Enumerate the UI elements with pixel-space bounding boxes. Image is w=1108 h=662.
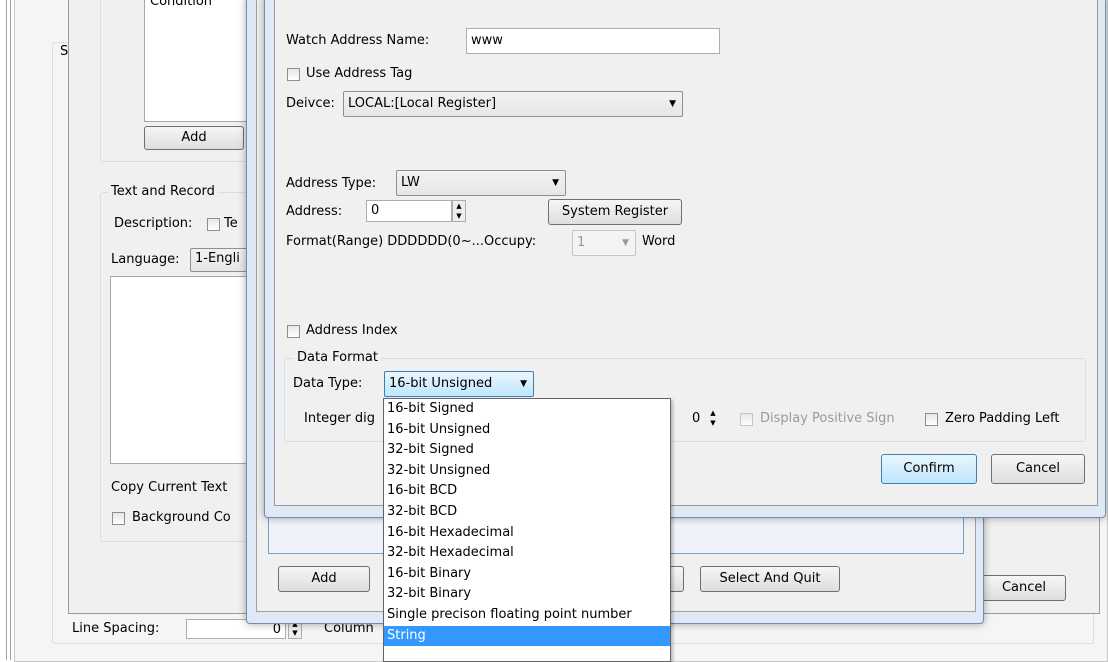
system-register-button[interactable]: System Register bbox=[548, 199, 682, 225]
dropdown-option[interactable]: String bbox=[384, 625, 670, 647]
condition-list[interactable] bbox=[144, 0, 256, 122]
text-record-title: Text and Record bbox=[108, 184, 218, 199]
description-check-text: Te bbox=[224, 216, 238, 231]
watch-name-value: www bbox=[471, 33, 503, 48]
device-select[interactable]: LOCAL:[Local Register] ▼ bbox=[343, 91, 683, 117]
display-positive-label: Display Positive Sign bbox=[760, 411, 895, 426]
use-address-tag-label: Use Address Tag bbox=[306, 66, 413, 81]
dropdown-option[interactable]: 32-bit Hexadecimal bbox=[384, 543, 670, 564]
zero-padding-label: Zero Padding Left bbox=[945, 411, 1060, 426]
dropdown-option[interactable]: 16-bit Hexadecimal bbox=[384, 523, 670, 544]
address-index-checkbox[interactable] bbox=[287, 325, 300, 338]
device-value: LOCAL:[Local Register] bbox=[348, 96, 497, 111]
description-checkbox[interactable] bbox=[207, 218, 220, 231]
dialog-cancel-button[interactable]: Cancel bbox=[991, 454, 1085, 484]
word-label: Word bbox=[642, 234, 676, 249]
condition-add-button[interactable]: Add bbox=[144, 126, 244, 150]
format-range-label: Format(Range) DDDDDD(0~...Occupy: bbox=[286, 234, 537, 249]
address-type-select[interactable]: LW ▼ bbox=[396, 170, 566, 196]
chevron-down-icon: ▼ bbox=[520, 379, 527, 389]
address-label: Address: bbox=[286, 204, 343, 219]
zero-padding-checkbox[interactable] bbox=[925, 413, 938, 426]
dropdown-option[interactable]: Single precison floating point number bbox=[384, 605, 670, 626]
dropdown-option[interactable]: 32-bit Signed bbox=[384, 440, 670, 461]
address-value: 0 bbox=[371, 203, 380, 218]
use-address-tag-checkbox[interactable] bbox=[287, 68, 300, 81]
chevron-down-icon: ▼ bbox=[669, 99, 676, 109]
condition-header: Condition bbox=[150, 0, 213, 9]
dropdown-option[interactable]: 16-bit Unsigned bbox=[384, 420, 670, 441]
decimal-value[interactable]: 0 bbox=[692, 411, 700, 426]
dropdown-option[interactable]: 32-bit Unsigned bbox=[384, 461, 670, 482]
decimal-spinner[interactable]: ▲ ▼ bbox=[706, 408, 720, 430]
watch-name-input[interactable]: www bbox=[466, 28, 720, 54]
address-type-label: Address Type: bbox=[286, 176, 377, 191]
description-label: Description: bbox=[114, 216, 193, 231]
data-type-dropdown[interactable]: 16-bit Signed 16-bit Unsigned 32-bit Signe… bbox=[383, 398, 671, 662]
language-value: 1-Engli bbox=[195, 251, 240, 266]
copy-current-text[interactable]: Copy Current Text bbox=[111, 480, 227, 495]
address-type-value: LW bbox=[401, 175, 420, 190]
data-format-title: Data Format bbox=[294, 350, 381, 365]
address-spinner[interactable]: ▲ ▼ bbox=[452, 200, 466, 222]
back-cancel-button[interactable]: Cancel bbox=[982, 575, 1066, 601]
line-spacing-value: 0 bbox=[272, 622, 281, 637]
text-content-area[interactable] bbox=[110, 276, 262, 464]
device-label: Deivce: bbox=[286, 96, 335, 111]
display-positive-checkbox bbox=[740, 413, 753, 426]
background-label: Background Co bbox=[132, 510, 231, 525]
select-and-quit-button[interactable]: Select And Quit bbox=[700, 566, 840, 592]
data-type-select[interactable]: 16-bit Unsigned ▼ bbox=[384, 371, 534, 397]
chevron-down-icon: ▼ bbox=[622, 238, 629, 248]
confirm-button[interactable]: Confirm bbox=[881, 454, 977, 484]
integer-digits-label: Integer dig bbox=[304, 411, 376, 426]
language-label: Language: bbox=[111, 252, 180, 267]
data-type-value: 16-bit Unsigned bbox=[389, 376, 493, 391]
dropdown-option[interactable]: 16-bit BCD bbox=[384, 481, 670, 502]
data-type-label: Data Type: bbox=[293, 376, 363, 391]
dropdown-option[interactable]: 32-bit BCD bbox=[384, 502, 670, 523]
chevron-down-icon: ▼ bbox=[552, 178, 559, 188]
dropdown-option[interactable]: 16-bit Binary bbox=[384, 564, 670, 585]
occupy-value: 1 bbox=[577, 235, 586, 250]
left-edge-line-2 bbox=[10, 0, 11, 660]
left-edge-line bbox=[6, 0, 7, 660]
dropdown-option[interactable]: 32-bit Binary bbox=[384, 584, 670, 605]
address-input[interactable]: 0 bbox=[366, 200, 452, 222]
background-checkbox[interactable] bbox=[112, 512, 125, 525]
address-index-label: Address Index bbox=[306, 323, 398, 338]
watch-name-label: Watch Address Name: bbox=[286, 33, 430, 48]
middle-add-button[interactable]: Add bbox=[278, 566, 370, 592]
line-spacing-label: Line Spacing: bbox=[72, 621, 160, 636]
occupy-select: 1 ▼ bbox=[572, 230, 636, 256]
dropdown-option[interactable]: 16-bit Signed bbox=[384, 399, 670, 420]
